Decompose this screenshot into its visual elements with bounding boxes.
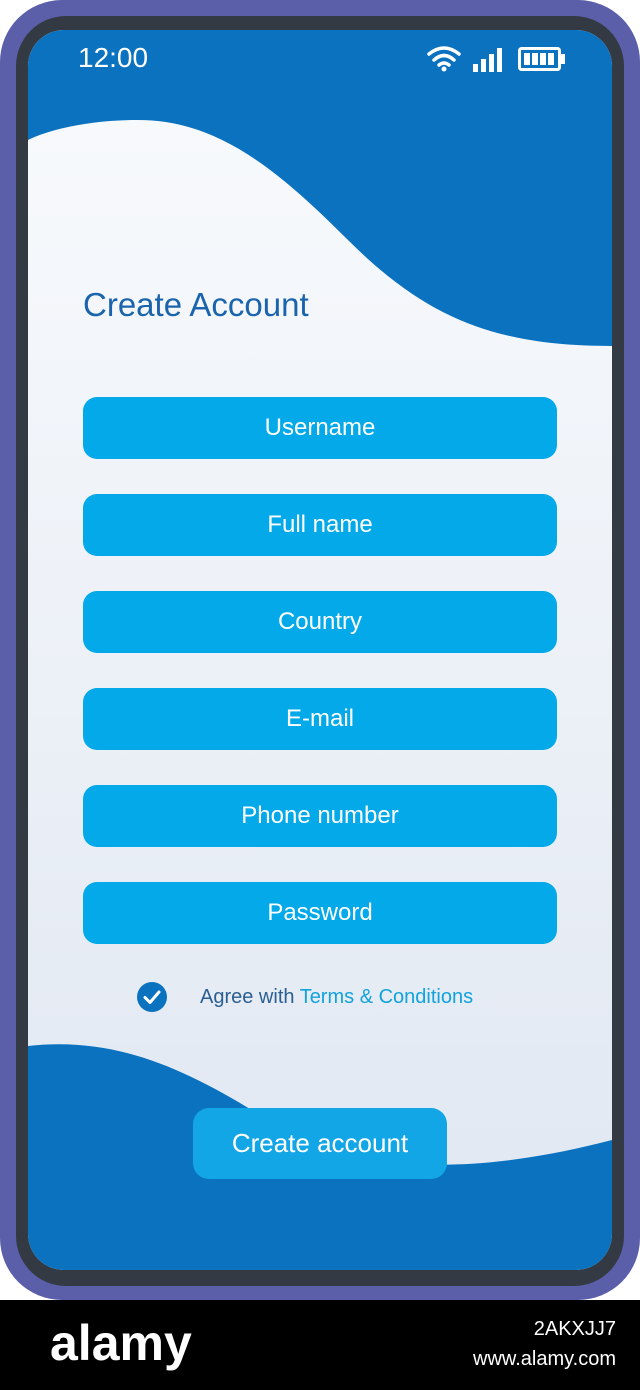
wifi-icon [427,46,461,72]
username-placeholder: Username [264,414,376,441]
password-placeholder: Password [267,899,373,926]
battery-icon [518,47,565,71]
watermark-logo: alamy [50,1315,192,1371]
email-placeholder: E-mail [285,705,354,732]
full-name-field[interactable]: Full name [83,494,557,556]
status-bar: 12:00 [28,30,612,94]
signal-icon [473,48,502,72]
agree-prefix: Agree with [200,985,300,1008]
terms-checkbox[interactable] [136,981,168,1013]
country-placeholder: Country [277,608,363,635]
country-field[interactable]: Country [83,591,557,653]
create-account-button[interactable]: Create account [193,1108,447,1179]
phone-number-field[interactable]: Phone number [83,785,557,847]
phone-frame: 12:00 Create Account Username Full name … [0,0,640,1300]
phone-number-placeholder: Phone number [241,802,399,829]
terms-agreement-row: Agree with Terms & Conditions [136,980,473,1014]
full-name-placeholder: Full name [267,511,373,538]
status-icons [426,44,566,72]
app-screen: 12:00 Create Account Username Full name … [28,30,612,1270]
agree-text: Agree with Terms & Conditions [200,986,473,1009]
terms-link[interactable]: Terms & Conditions [300,986,473,1008]
email-field[interactable]: E-mail [83,688,557,750]
username-field[interactable]: Username [83,397,557,459]
watermark-image-id: 2AKXJJ7 [533,1318,616,1340]
status-time: 12:00 [78,42,149,73]
page-title: Create Account [83,286,309,323]
password-field[interactable]: Password [83,882,557,944]
watermark-bar: alamy 2AKXJJ7 www.alamy.com [0,1300,640,1390]
watermark-url: www.alamy.com [473,1348,616,1370]
